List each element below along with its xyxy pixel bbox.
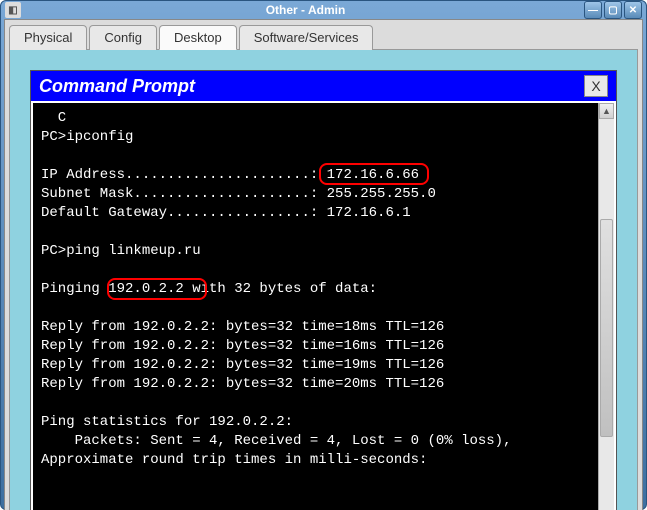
command-prompt-title: Command Prompt — [39, 76, 584, 97]
maximize-button[interactable]: ▢ — [604, 1, 622, 19]
terminal-line: Reply from 192.0.2.2: bytes=32 time=19ms… — [41, 357, 444, 373]
app-window: ◧ Other - Admin — ▢ ✕ Physical Config De… — [0, 0, 647, 510]
terminal-line: Subnet Mask.....................: 255.25… — [41, 186, 436, 202]
scroll-thumb[interactable] — [600, 219, 613, 438]
terminal-line: Ping statistics for 192.0.2.2: — [41, 414, 293, 430]
scroll-track[interactable] — [599, 119, 614, 510]
tab-strip: Physical Config Desktop Software/Service… — [5, 20, 642, 49]
window-controls: — ▢ ✕ — [584, 1, 642, 19]
tab-content-desktop: Command Prompt X C PC>ipconfig IP Addres… — [9, 49, 638, 510]
window-titlebar[interactable]: ◧ Other - Admin — ▢ ✕ — [1, 1, 646, 19]
terminal-line: PC>ping linkmeup.ru — [41, 243, 201, 259]
client-area: Physical Config Desktop Software/Service… — [4, 19, 643, 510]
terminal-line: Packets: Sent = 4, Received = 4, Lost = … — [41, 433, 511, 449]
tab-label: Physical — [24, 30, 72, 45]
terminal-line: IP Address......................: 172.16… — [41, 167, 419, 183]
command-prompt-body-wrap: C PC>ipconfig IP Address................… — [31, 101, 616, 510]
terminal-line: PC>ipconfig — [41, 129, 133, 145]
tab-physical[interactable]: Physical — [9, 25, 87, 50]
close-label: X — [591, 78, 600, 94]
tab-label: Software/Services — [254, 30, 359, 45]
tab-label: Desktop — [174, 30, 222, 45]
terminal-scrollbar[interactable]: ▲ ▼ — [598, 103, 614, 510]
window-title: Other - Admin — [27, 3, 584, 17]
terminal-line: Reply from 192.0.2.2: bytes=32 time=18ms… — [41, 319, 444, 335]
terminal-line: Default Gateway.................: 172.16… — [41, 205, 411, 221]
terminal-line: Reply from 192.0.2.2: bytes=32 time=16ms… — [41, 338, 444, 354]
tab-label: Config — [104, 30, 142, 45]
terminal-line: Reply from 192.0.2.2: bytes=32 time=20ms… — [41, 376, 444, 392]
scroll-up-button[interactable]: ▲ — [599, 103, 614, 119]
terminal-line: Approximate round trip times in milli-se… — [41, 452, 427, 468]
tab-config[interactable]: Config — [89, 25, 157, 50]
terminal-output[interactable]: C PC>ipconfig IP Address................… — [33, 103, 598, 510]
command-prompt-titlebar[interactable]: Command Prompt X — [31, 71, 616, 101]
app-icon: ◧ — [5, 2, 21, 18]
tab-software-services[interactable]: Software/Services — [239, 25, 374, 50]
command-prompt-window: Command Prompt X C PC>ipconfig IP Addres… — [30, 70, 617, 510]
close-button[interactable]: ✕ — [624, 1, 642, 19]
tab-desktop[interactable]: Desktop — [159, 25, 237, 50]
minimize-button[interactable]: — — [584, 1, 602, 19]
terminal-line: Pinging 192.0.2.2 with 32 bytes of data: — [41, 281, 377, 297]
terminal-line: C — [41, 110, 66, 126]
command-prompt-close-button[interactable]: X — [584, 75, 608, 97]
